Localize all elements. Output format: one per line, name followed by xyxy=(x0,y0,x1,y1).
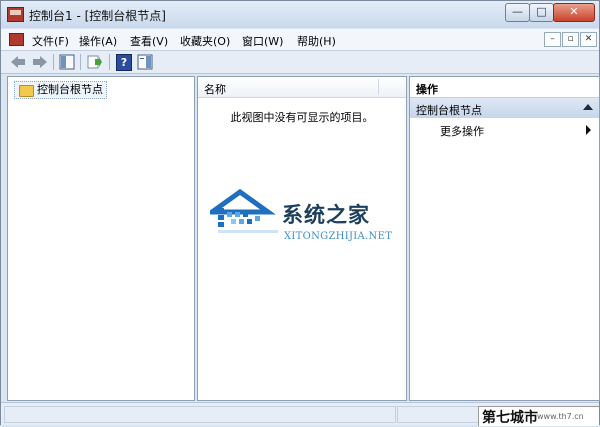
title-bar[interactable]: 控制台1 - [控制台根节点] — □ ✕ xyxy=(1,1,599,28)
menu-action[interactable]: 操作(A) xyxy=(79,33,117,49)
menu-view[interactable]: 查看(V) xyxy=(130,33,168,49)
site-badge-url: www.th7.cn xyxy=(537,412,584,421)
actions-section-root[interactable]: 控制台根节点 xyxy=(410,98,599,118)
more-actions-label: 更多操作 xyxy=(440,125,484,138)
empty-view-message: 此视图中没有可显示的项目。 xyxy=(230,111,374,124)
tree-root-node[interactable]: 控制台根节点 xyxy=(14,81,107,99)
child-close-button[interactable]: ✕ xyxy=(580,32,597,47)
forward-arrow-icon[interactable] xyxy=(32,54,48,70)
menu-window[interactable]: 窗口(W) xyxy=(242,33,283,49)
minimize-button[interactable]: — xyxy=(505,3,530,22)
show-hide-tree-icon[interactable] xyxy=(59,54,75,70)
child-restore-button[interactable]: ▫ xyxy=(562,32,579,47)
back-arrow-icon[interactable] xyxy=(10,54,26,70)
watermark-logo: 系统之家 XITONGZHIJIA.NET xyxy=(204,186,400,256)
child-window-icon[interactable] xyxy=(9,33,24,46)
window-title: 控制台1 - [控制台根节点] xyxy=(29,9,166,23)
house-logo-icon xyxy=(204,188,278,233)
site-badge: 第七城市 www.th7.cn xyxy=(478,406,599,426)
actions-header: 操作 xyxy=(410,77,599,98)
menu-favorites[interactable]: 收藏夹(O) xyxy=(180,33,230,49)
console-tree-pane[interactable]: 控制台根节点 xyxy=(7,76,195,401)
actions-pane: 操作 控制台根节点 更多操作 xyxy=(409,76,600,401)
help-icon[interactable]: ? xyxy=(116,54,132,71)
watermark-url: XITONGZHIJIA.NET xyxy=(284,231,393,242)
status-cell-main xyxy=(4,406,396,423)
folder-icon xyxy=(19,85,34,97)
menu-help[interactable]: 帮助(H) xyxy=(297,33,336,49)
export-list-icon[interactable] xyxy=(87,54,103,70)
column-header-label: 名称 xyxy=(204,83,226,96)
watermark-name: 系统之家 xyxy=(282,203,370,227)
submenu-arrow-icon xyxy=(586,125,591,135)
show-hide-action-pane-icon[interactable] xyxy=(137,54,153,70)
toolbar: ? xyxy=(1,51,599,74)
maximize-button[interactable]: □ xyxy=(529,3,554,22)
menu-file[interactable]: 文件(F) xyxy=(32,33,69,49)
tree-root-label: 控制台根节点 xyxy=(37,83,103,96)
column-header-name[interactable]: 名称 xyxy=(198,77,406,98)
close-button[interactable]: ✕ xyxy=(553,3,595,22)
actions-header-label: 操作 xyxy=(416,83,438,96)
more-actions-item[interactable]: 更多操作 xyxy=(410,121,599,139)
site-badge-name: 第七城市 xyxy=(482,410,538,426)
toolbar-divider xyxy=(80,54,81,70)
mmc-console-icon[interactable] xyxy=(7,7,24,22)
child-minimize-button[interactable]: – xyxy=(544,32,561,47)
collapse-up-icon[interactable] xyxy=(583,104,593,110)
actions-section-label: 控制台根节点 xyxy=(416,104,482,117)
menu-bar: 文件(F) 操作(A) 查看(V) 收藏夹(O) 窗口(W) 帮助(H) – ▫… xyxy=(1,29,599,51)
toolbar-divider xyxy=(53,54,54,70)
column-divider[interactable] xyxy=(378,79,379,95)
toolbar-divider xyxy=(109,54,110,70)
